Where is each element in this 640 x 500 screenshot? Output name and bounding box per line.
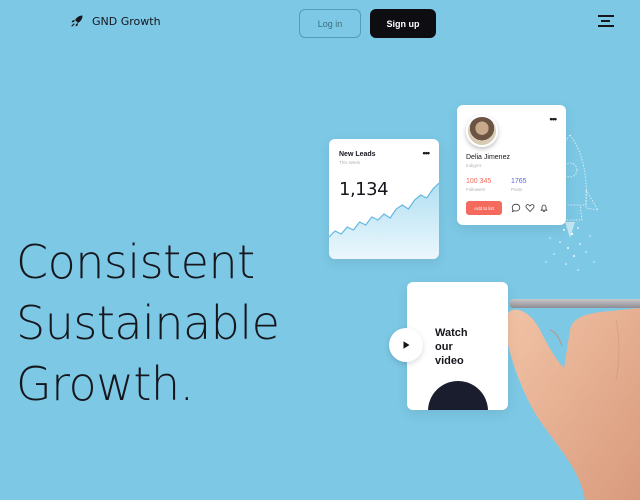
hero-line-2: Sustainable [16,296,280,350]
menu-line [598,15,614,17]
hero-title: Consistent Sustainable Growth. [16,232,316,415]
video-text-line: Watch [435,327,468,339]
more-dots-icon[interactable]: ••• [550,114,558,124]
profile-card[interactable]: ••• Delia Jimenez Indigo’s 100 345 Follo… [457,105,566,225]
comment-icon[interactable] [511,203,521,213]
video-text-line: video [435,355,464,367]
more-dots-icon[interactable]: ••• [423,148,431,158]
rocket-icon [71,15,83,27]
avatar[interactable] [466,115,498,147]
hero-line-1: Consistent [16,235,255,289]
signup-button[interactable]: Sign up [370,9,436,38]
menu-line [598,25,614,27]
heart-icon[interactable] [525,203,535,213]
posts-stat: 1765 Posts [511,178,527,192]
leads-trend-chart [329,182,439,259]
menu-line [601,20,610,22]
followers-label: Followers [466,187,486,192]
play-button[interactable] [389,328,423,362]
new-leads-card[interactable]: New Leads This Week ••• 1,134 [329,139,439,259]
play-icon [403,341,410,349]
hero-line-3: Growth. [16,357,194,411]
posts-value: 1765 [511,178,527,185]
leads-subtitle: This Week [339,160,361,165]
video-text-line: our [435,341,453,353]
leads-title: New Leads [339,151,376,158]
followers-value: 100 345 [466,178,492,185]
leads-trend-area [329,183,439,259]
menu-icon[interactable] [598,15,614,29]
landing-page: GND Growth Log in Sign up Consistent Sus… [0,0,640,500]
brand-name: GND Growth [92,14,161,28]
bell-icon[interactable] [539,203,549,213]
followers-stat: 100 345 Followers [466,178,491,192]
profile-name: Delia Jimenez [466,154,510,161]
brand[interactable]: GND Growth [70,14,161,28]
hand-illustration [505,308,640,500]
profile-role: Indigo’s [466,163,482,168]
video-text: Watch our video [435,326,495,368]
add-to-list-button[interactable]: Add to list [466,201,502,215]
posts-label: Posts [511,187,523,192]
video-thumbnail [428,381,488,410]
login-button[interactable]: Log in [299,9,361,38]
